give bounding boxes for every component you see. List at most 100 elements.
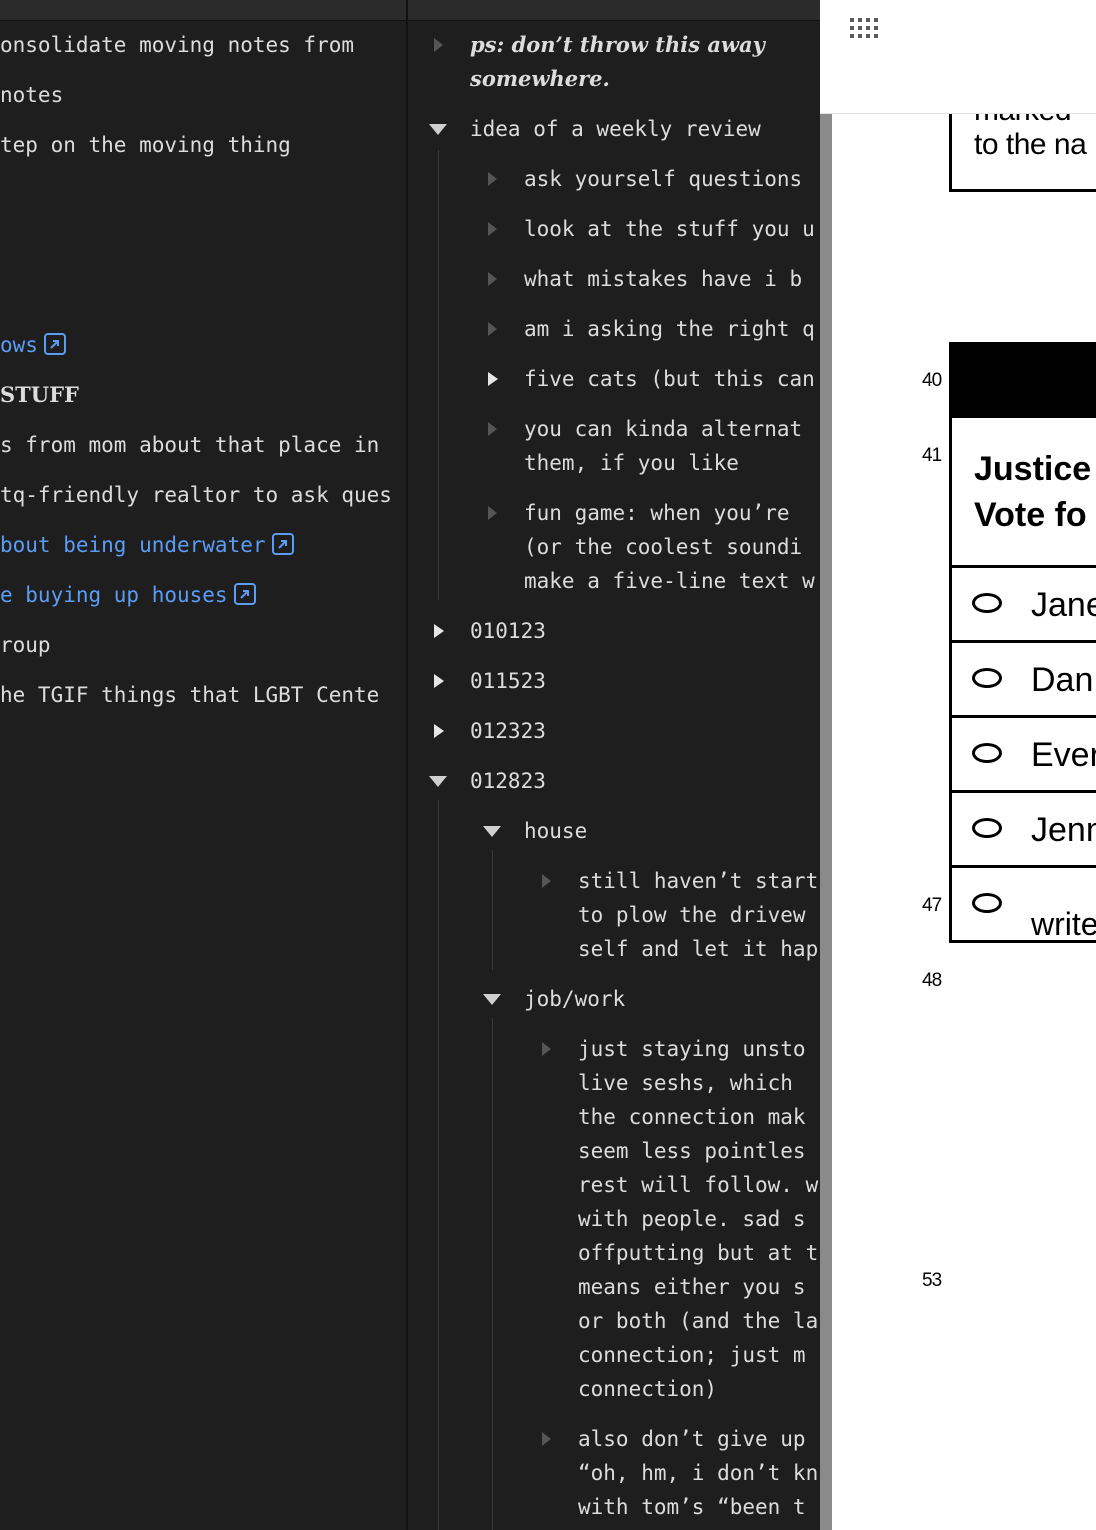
node-line: look at the stuff you u <box>524 217 815 241</box>
node-text: look at the stuff you u <box>524 212 815 246</box>
candidate-row[interactable]: Jane <box>949 568 1096 643</box>
collapse-toggle-icon[interactable] <box>540 1034 556 1064</box>
left-pane-header-bar <box>0 0 406 21</box>
node-text: five cats (but this can <box>524 362 815 396</box>
node-text: ask yourself questions <box>524 162 802 196</box>
collapse-toggle-icon[interactable] <box>432 716 448 746</box>
candidate-row[interactable]: Jenn <box>949 793 1096 868</box>
collapse-toggle-icon[interactable] <box>432 666 448 696</box>
node-line: 012823 <box>470 769 546 793</box>
left-line-realtor[interactable]: tq-friendly realtor to ask ques <box>0 480 392 510</box>
expand-toggle-icon[interactable] <box>428 114 447 144</box>
indent-guide <box>492 850 493 970</box>
node-line: connection; just m <box>578 1343 806 1367</box>
contest-title: Justice Vote fo <box>974 446 1091 538</box>
link-text[interactable]: ows <box>0 333 38 357</box>
left-link-buying-houses[interactable]: e buying up houses <box>0 580 256 610</box>
collapse-toggle-icon[interactable] <box>540 866 556 896</box>
indent-guide <box>438 150 439 600</box>
collapse-toggle-icon[interactable] <box>486 314 502 344</box>
collapse-toggle-icon[interactable] <box>432 616 448 646</box>
candidate-row-write-in[interactable]: write <box>949 868 1096 943</box>
node-line: what mistakes have i b <box>524 267 803 291</box>
collapse-toggle-icon[interactable] <box>486 498 502 528</box>
left-heading-stuff[interactable]: STUFF <box>0 380 79 410</box>
collapse-toggle-icon[interactable] <box>432 30 448 60</box>
node-line: fun game: when you’re <box>524 501 790 525</box>
contest-header-bar <box>949 342 1096 418</box>
node-line: just staying unsto <box>578 1037 806 1061</box>
write-in-label: write <box>1031 906 1096 942</box>
apps-grid-icon[interactable] <box>850 18 878 40</box>
expand-toggle-icon[interactable] <box>482 984 501 1014</box>
document-viewer-pane: marked to the na 40 41 47 48 53 Justice … <box>820 0 1096 1530</box>
contest-title-line: Justice <box>974 450 1092 488</box>
node-line: live seshs, which <box>578 1071 793 1095</box>
vertical-scrollbar[interactable] <box>820 114 832 1530</box>
node-text: still haven’t start to plow the drivew s… <box>578 864 818 966</box>
node-text: 010123 <box>470 614 546 648</box>
external-link-icon[interactable] <box>271 533 294 555</box>
indent-guide <box>438 800 439 1530</box>
collapse-toggle-icon[interactable] <box>486 364 502 394</box>
middle-outline-pane: ps: don’t throw this away somewhere. ide… <box>408 0 820 1530</box>
left-line-1[interactable]: onsolidate moving notes from <box>0 30 354 60</box>
vote-oval-icon[interactable] <box>972 893 1002 913</box>
ballot-document-page: marked to the na 40 41 47 48 53 Justice … <box>832 0 1096 1530</box>
node-line: (or the coolest soundi <box>524 535 803 559</box>
candidate-name: Ever <box>1031 736 1096 774</box>
expand-toggle-icon[interactable] <box>482 816 501 846</box>
vote-oval-icon[interactable] <box>972 593 1002 613</box>
node-line: ask yourself questions <box>524 167 803 191</box>
vote-oval-icon[interactable] <box>972 818 1002 838</box>
left-link-shows[interactable]: ows <box>0 330 66 360</box>
expand-toggle-icon[interactable] <box>428 766 447 796</box>
node-text: 012323 <box>470 714 546 748</box>
node-text: 011523 <box>470 664 546 698</box>
external-link-icon[interactable] <box>43 333 66 355</box>
left-line-3[interactable]: tep on the moving thing <box>0 130 291 160</box>
node-line: job/work <box>524 987 626 1011</box>
node-text: ps: don’t throw this away somewhere. <box>470 28 765 96</box>
left-line-mom[interactable]: s from mom about that place in <box>0 430 379 460</box>
candidate-row[interactable]: Ever <box>949 718 1096 793</box>
node-line: “oh, hm, i don’t kn <box>578 1461 819 1485</box>
middle-pane-header-bar <box>408 0 820 21</box>
node-line: to plow the drivew <box>578 903 806 927</box>
node-line: ps: don’t throw this away <box>470 32 765 57</box>
node-line: with tom’s “been t <box>578 1495 806 1519</box>
node-line: am i asking the right q <box>524 317 815 341</box>
link-text[interactable]: e buying up houses <box>0 583 228 607</box>
collapse-toggle-icon[interactable] <box>486 264 502 294</box>
collapse-toggle-icon[interactable] <box>486 414 502 444</box>
left-outline-pane: onsolidate moving notes from notes tep o… <box>0 0 406 1530</box>
link-text[interactable]: bout being underwater <box>0 533 266 557</box>
node-line: make a five-line text w <box>524 569 815 593</box>
collapse-toggle-icon[interactable] <box>486 164 502 194</box>
vote-oval-icon[interactable] <box>972 668 1002 688</box>
node-line: rest will follow. w <box>578 1173 819 1197</box>
row-number: 40 <box>922 370 942 391</box>
left-line-tgif[interactable]: he TGIF things that LGBT Cente <box>0 680 379 710</box>
left-line-group[interactable]: roup <box>0 630 51 660</box>
vote-oval-icon[interactable] <box>972 743 1002 763</box>
node-line: self and let it hap <box>578 937 819 961</box>
node-line: offputting but at t <box>578 1241 819 1265</box>
node-line: 010123 <box>470 619 546 643</box>
candidate-row[interactable]: Dan <box>949 643 1096 718</box>
node-text: fun game: when you’re (or the coolest so… <box>524 496 815 598</box>
left-link-underwater[interactable]: bout being underwater <box>0 530 294 560</box>
node-text: am i asking the right q <box>524 312 815 346</box>
collapse-toggle-icon[interactable] <box>540 1424 556 1454</box>
node-line: somewhere. <box>470 66 610 91</box>
node-text: just staying unsto live seshs, which the… <box>578 1032 818 1406</box>
candidate-name: Jenn <box>1031 811 1096 849</box>
contest-title-line: Vote fo <box>974 496 1087 534</box>
node-text: job/work <box>524 982 625 1016</box>
external-link-icon[interactable] <box>233 583 256 605</box>
row-number: 41 <box>922 445 942 466</box>
collapse-toggle-icon[interactable] <box>486 214 502 244</box>
node-text: what mistakes have i b <box>524 262 802 296</box>
contest-title-box: Justice Vote fo <box>949 418 1096 568</box>
left-line-2[interactable]: notes <box>0 80 63 110</box>
